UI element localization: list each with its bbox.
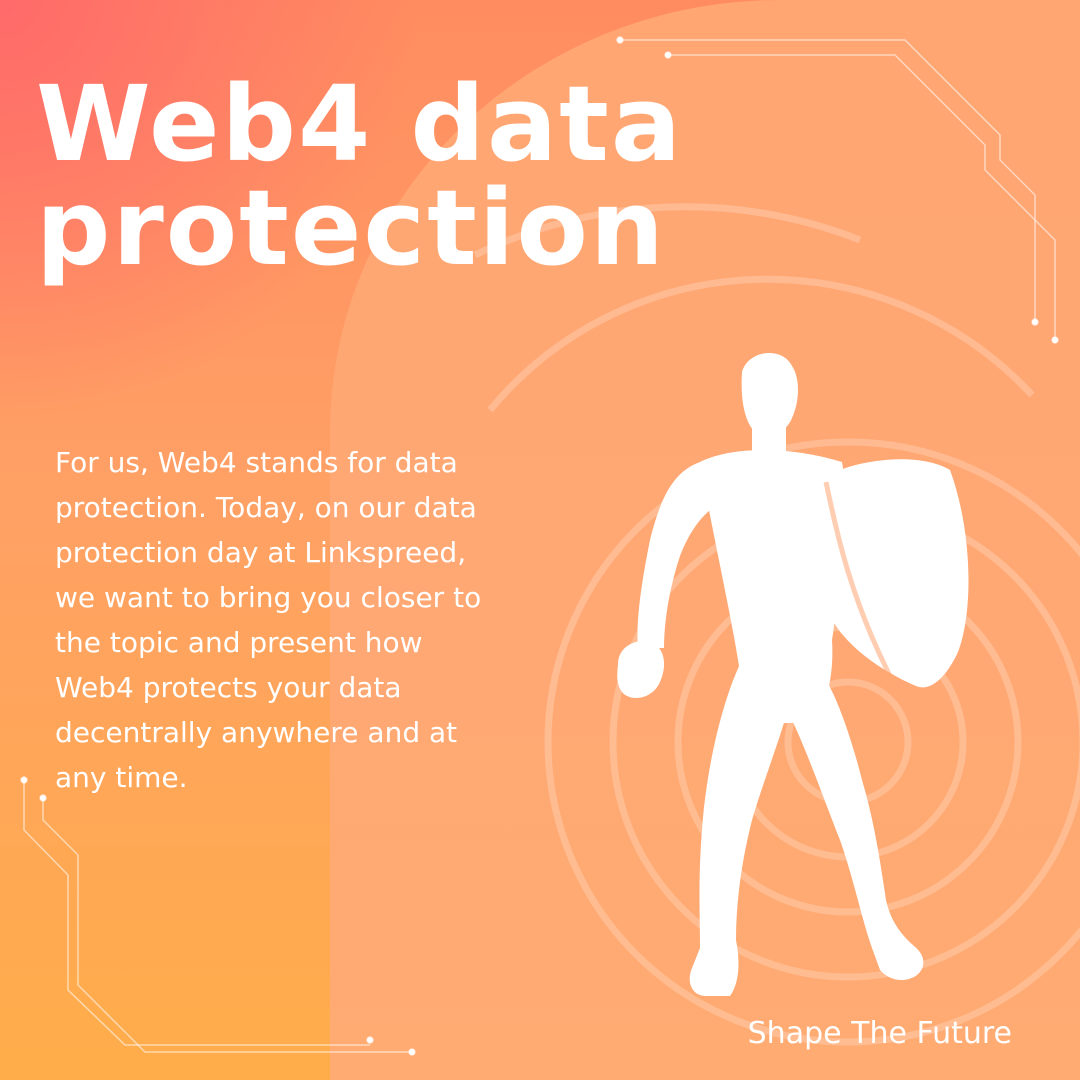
hero-with-shield-icon [617, 353, 969, 996]
page-title: Web4 data protection [36, 72, 683, 280]
circuit-lines-top-right [616, 36, 1059, 344]
circuit-lines-bottom-left [20, 776, 416, 1056]
body-paragraph: For us, Web4 stands for data protection.… [55, 446, 482, 794]
post-canvas: Web4 data protection For us, Web4 stands… [0, 0, 1080, 1080]
title-line-2: protection [36, 167, 666, 289]
slogan: Shape The Future [747, 1016, 1012, 1051]
title-line-1: Web4 data [36, 63, 684, 185]
